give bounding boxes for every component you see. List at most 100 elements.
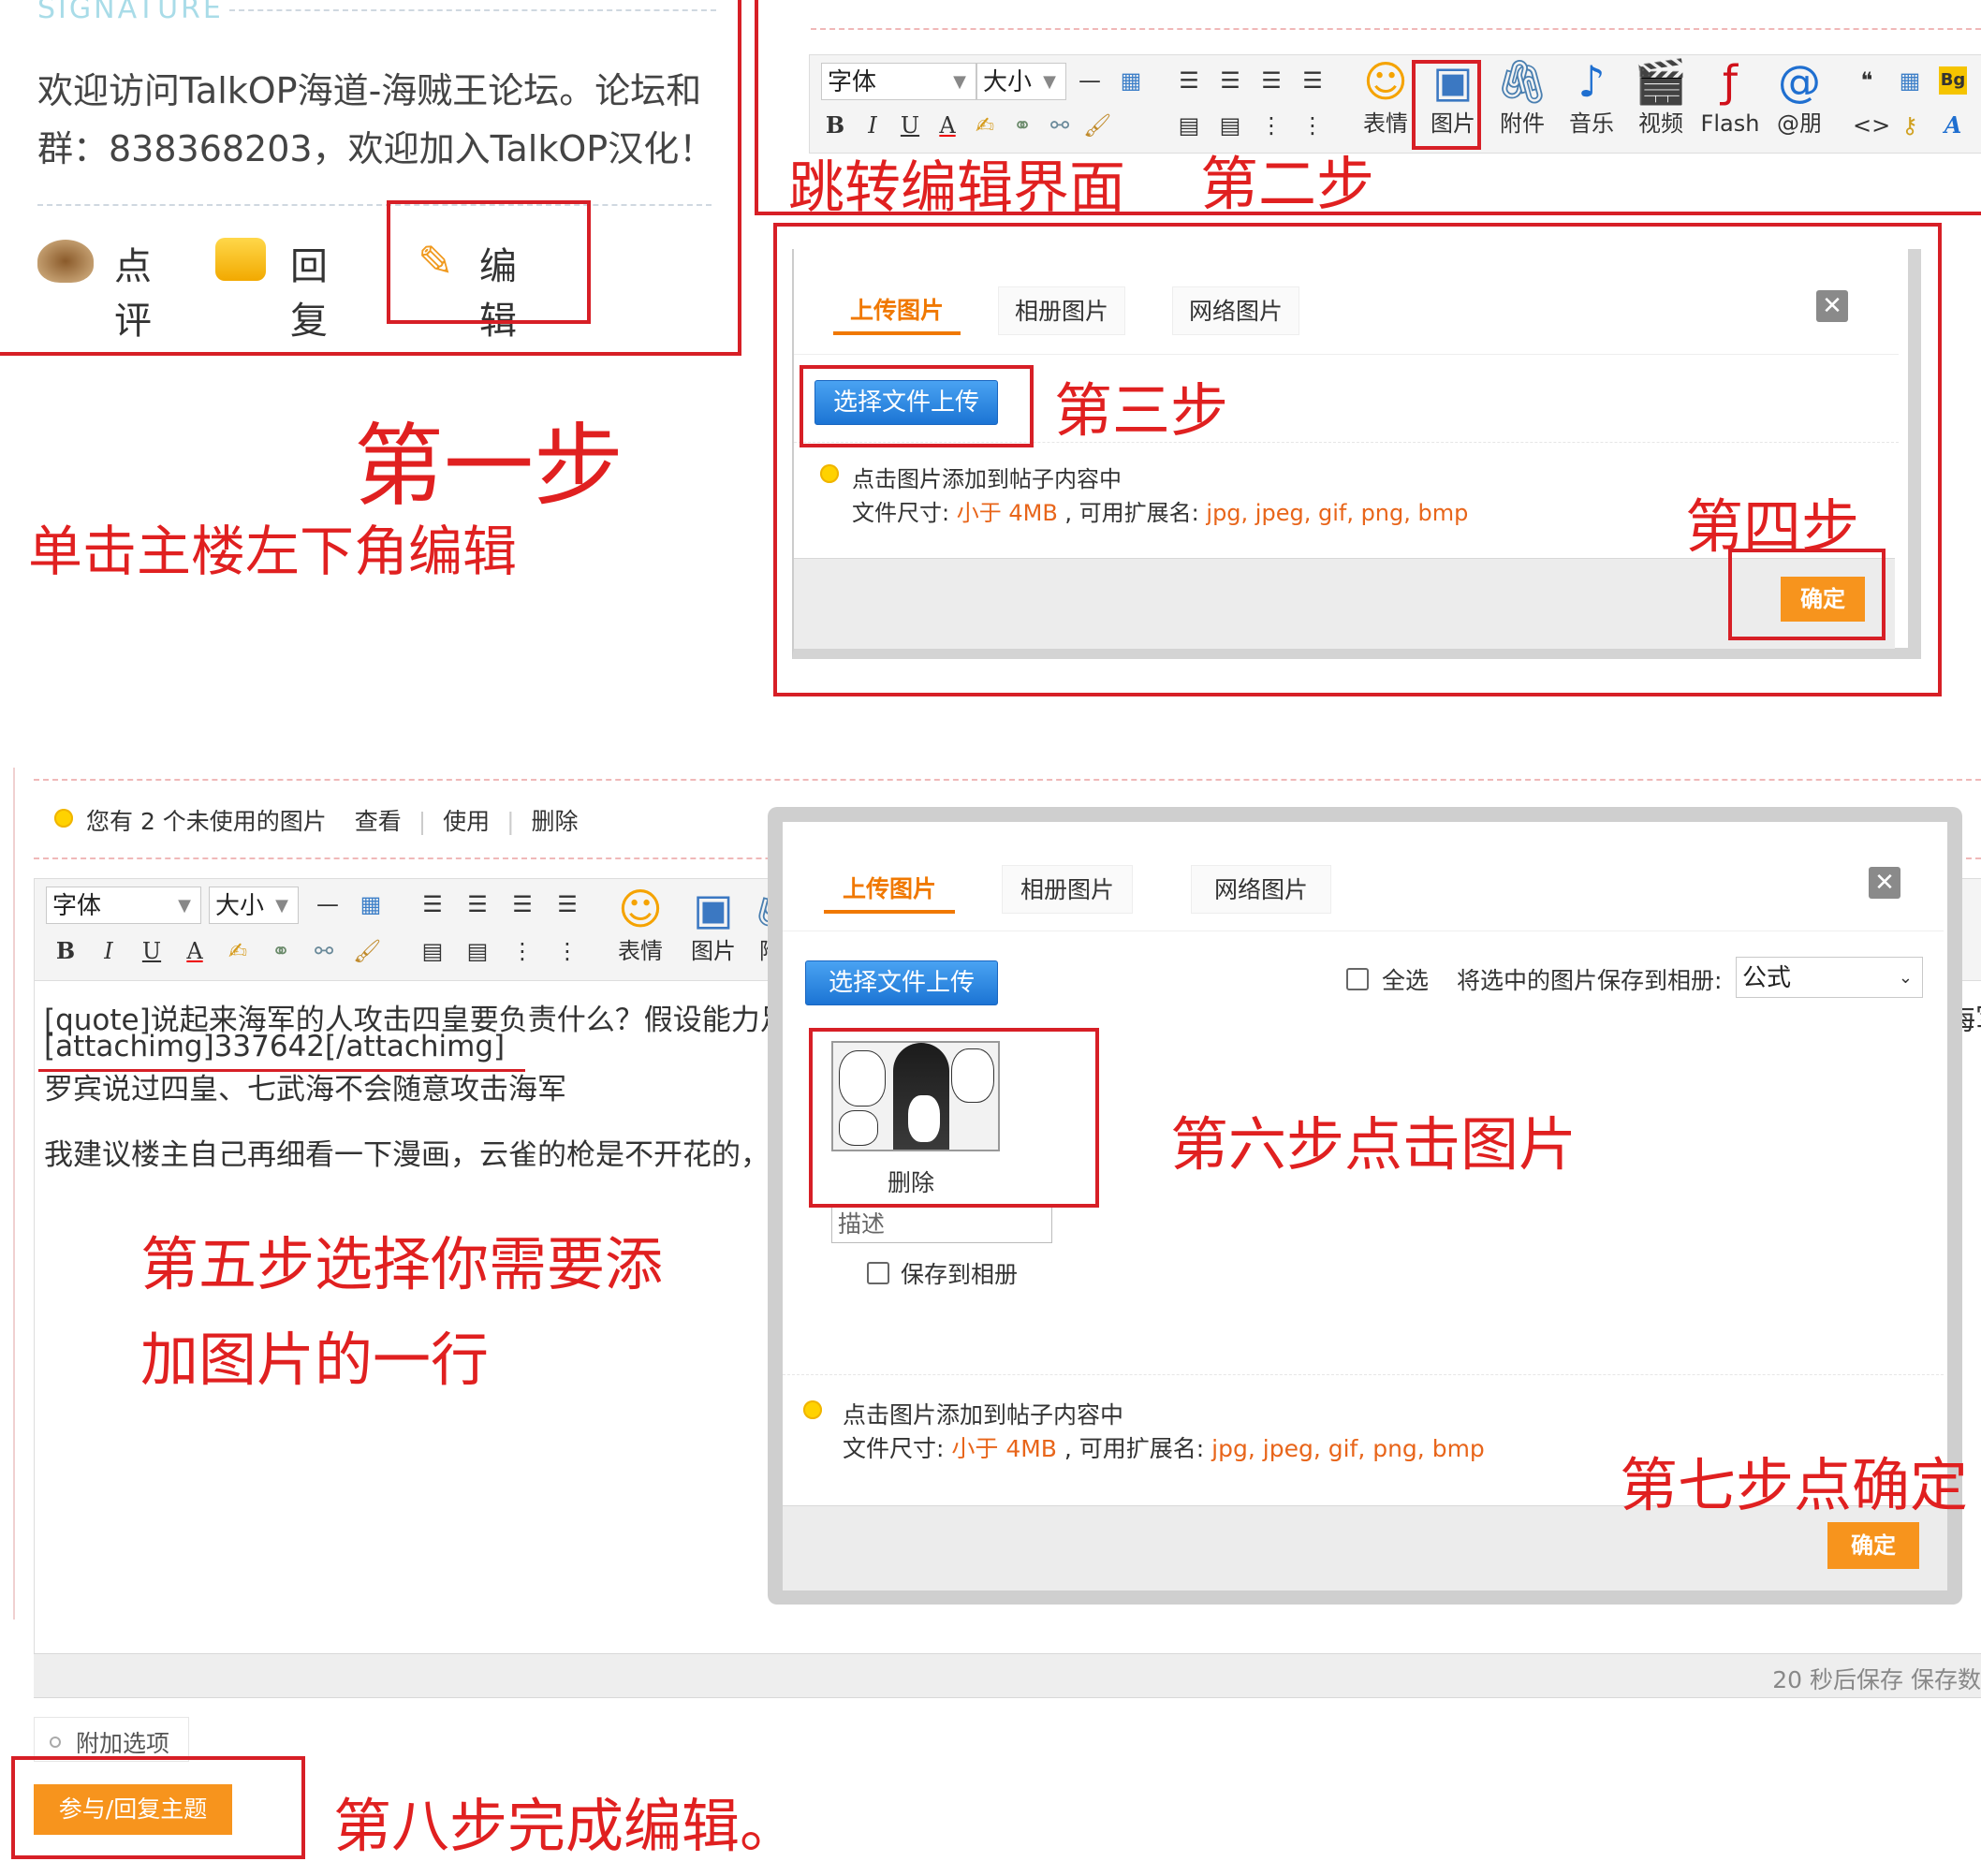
step7-label: 第七步点确定 — [1620, 1451, 1969, 1519]
spellcheck-icon[interactable]: ✍ — [971, 111, 999, 139]
tab-album[interactable]: 相册图片 — [1002, 865, 1133, 914]
image-icon: ▣ — [693, 884, 734, 934]
close-icon[interactable]: ✕ — [1869, 867, 1900, 899]
float-left-icon[interactable]: ▤ — [1175, 111, 1203, 139]
frame-edge — [13, 768, 15, 1620]
divider — [34, 779, 1981, 781]
save-to-album-checkbox-label: 保存到相册 — [901, 1261, 1019, 1288]
unlink-icon[interactable]: ⚯ — [1046, 111, 1074, 139]
hint-text: 点击图片添加到帖子内容中 — [852, 466, 1122, 492]
at-icon: @ — [1778, 56, 1821, 107]
step3-label: 第三步 — [1054, 376, 1229, 445]
unused-images-notice: 您有 2 个未使用的图片 查看 | 使用 | 删除 — [86, 808, 579, 835]
background-color-icon[interactable]: Bg — [1939, 66, 1967, 95]
key-icon[interactable]: ⚷ — [1896, 111, 1924, 139]
tab-upload[interactable]: 上传图片 — [824, 865, 955, 914]
align-left-icon[interactable]: ☰ — [1175, 66, 1203, 95]
annotation-frame-bottom — [0, 352, 741, 356]
font-style-icon[interactable]: A — [1939, 111, 1967, 139]
font-select[interactable]: 字体 ▼ — [46, 887, 201, 924]
flash-button[interactable]: ƒ Flash — [1697, 55, 1763, 138]
extra-options-toggle[interactable]: 附加选项 — [34, 1717, 189, 1762]
lightbulb-icon — [820, 464, 839, 483]
table-icon[interactable]: ▦ — [357, 890, 385, 918]
bold-button[interactable]: B — [51, 937, 80, 965]
font-color-button[interactable]: A — [181, 937, 209, 965]
italic-button[interactable]: I — [858, 111, 887, 139]
step4-label: 第四步 — [1685, 492, 1860, 561]
bold-button[interactable]: B — [821, 111, 849, 139]
editor-line: 我建议楼主自己再细看一下漫画，云雀的枪是不开花的，是海 — [44, 1138, 828, 1172]
image-button[interactable]: ▣ 图片 — [681, 883, 746, 965]
align-center-icon[interactable]: ☰ — [1216, 66, 1244, 95]
select-all-label: 全选 — [1382, 967, 1430, 994]
ordered-list-icon[interactable]: ⋮ — [1257, 111, 1285, 139]
float-right-icon[interactable]: ▤ — [1216, 111, 1244, 139]
emoji-button[interactable]: ☺ 表情 — [1353, 55, 1418, 138]
attachment-button[interactable]: 🖇 附件 — [1489, 55, 1555, 138]
float-left-icon[interactable]: ▤ — [418, 937, 447, 965]
size-select[interactable]: 大小 ▼ — [209, 887, 299, 924]
delete-link[interactable]: 删除 — [531, 808, 578, 835]
font-color-button[interactable]: A — [933, 111, 961, 139]
align-justify-icon[interactable]: ☰ — [553, 890, 581, 918]
action-label: 回复 — [290, 245, 328, 343]
save-to-album-checkbox[interactable] — [867, 1262, 889, 1284]
description-input[interactable]: 描述 — [831, 1206, 1052, 1243]
divider — [811, 28, 1981, 30]
select-all-checkbox[interactable] — [1346, 968, 1369, 990]
use-link[interactable]: 使用 — [443, 808, 490, 835]
table-icon[interactable]: ▦ — [1117, 66, 1145, 95]
word-paste-icon[interactable]: ▦ — [1896, 66, 1924, 95]
quote-icon[interactable]: ❝ — [1853, 66, 1881, 95]
coffee-cup-icon — [37, 240, 94, 283]
align-left-icon[interactable]: ☰ — [418, 890, 447, 918]
step5-line1: 第五步选择你需要添 — [140, 1230, 664, 1298]
unordered-list-icon[interactable]: ⋮ — [553, 937, 581, 965]
tab-upload[interactable]: 上传图片 — [833, 286, 961, 335]
tab-web[interactable]: 网络图片 — [1191, 865, 1331, 914]
view-link[interactable]: 查看 — [355, 808, 402, 835]
step5-line2: 加图片的一行 — [140, 1326, 490, 1394]
size-select[interactable]: 大小 ▼ — [976, 63, 1066, 100]
step1-desc: 单击主楼左下角编辑 — [28, 520, 518, 583]
music-button[interactable]: ♪ 音乐 — [1559, 55, 1624, 138]
underline-button[interactable]: U — [896, 111, 924, 139]
font-select[interactable]: 字体 ▼ — [821, 63, 976, 100]
spellcheck-icon[interactable]: ✍ — [224, 937, 252, 965]
clear-format-icon[interactable]: 🖌 — [353, 937, 381, 965]
clear-format-icon[interactable]: 🖌 — [1083, 111, 1111, 139]
tab-album[interactable]: 相册图片 — [998, 286, 1125, 335]
editor-line: 罗宾说过四皇、七武海不会随意攻击海军 — [44, 1073, 566, 1107]
confirm-button[interactable]: 确定 — [1827, 1522, 1919, 1569]
action-label: 点评 — [114, 245, 152, 343]
float-right-icon[interactable]: ▤ — [463, 937, 492, 965]
unordered-list-icon[interactable]: ⋮ — [1299, 111, 1327, 139]
italic-button[interactable]: I — [95, 937, 123, 965]
emoji-button[interactable]: ☺ 表情 — [608, 883, 673, 965]
align-center-icon[interactable]: ☰ — [463, 890, 492, 918]
underline-button[interactable]: U — [138, 937, 166, 965]
submit-reply-button[interactable]: 参与/回复主题 — [34, 1784, 232, 1835]
choose-file-button[interactable]: 选择文件上传 — [805, 960, 998, 1005]
close-icon[interactable]: ✕ — [1816, 290, 1848, 322]
link-icon[interactable]: ⚭ — [267, 937, 295, 965]
align-justify-icon[interactable]: ☰ — [1299, 66, 1327, 95]
align-right-icon[interactable]: ☰ — [1257, 66, 1285, 95]
video-button[interactable]: 🎬 视频 — [1628, 55, 1694, 138]
paperclip-icon: 🖇 — [1494, 56, 1550, 107]
divider — [794, 354, 1899, 355]
ordered-list-icon[interactable]: ⋮ — [508, 937, 536, 965]
align-right-icon[interactable]: ☰ — [508, 890, 536, 918]
editor-toolbar-top: 字体 ▼ 大小 ▼ — ▦ B I U A ✍ ⚭ ⚯ 🖌 ☰ ☰ ☰ ☰ ▤ ▤ … — [809, 54, 1981, 154]
autosave-bar: 20 秒后保存 保存数 — [34, 1653, 1981, 1698]
horizontal-rule-icon[interactable]: — — [314, 890, 342, 918]
album-select[interactable]: 公式 ⌄ — [1736, 957, 1923, 998]
code-icon[interactable]: <> — [1853, 111, 1890, 139]
horizontal-rule-icon[interactable]: — — [1076, 66, 1104, 95]
hint-text: 点击图片添加到帖子内容中 — [843, 1401, 1124, 1429]
mention-button[interactable]: @ @朋 — [1767, 55, 1832, 138]
tab-web[interactable]: 网络图片 — [1172, 286, 1299, 335]
link-icon[interactable]: ⚭ — [1008, 111, 1036, 139]
unlink-icon[interactable]: ⚯ — [310, 937, 338, 965]
